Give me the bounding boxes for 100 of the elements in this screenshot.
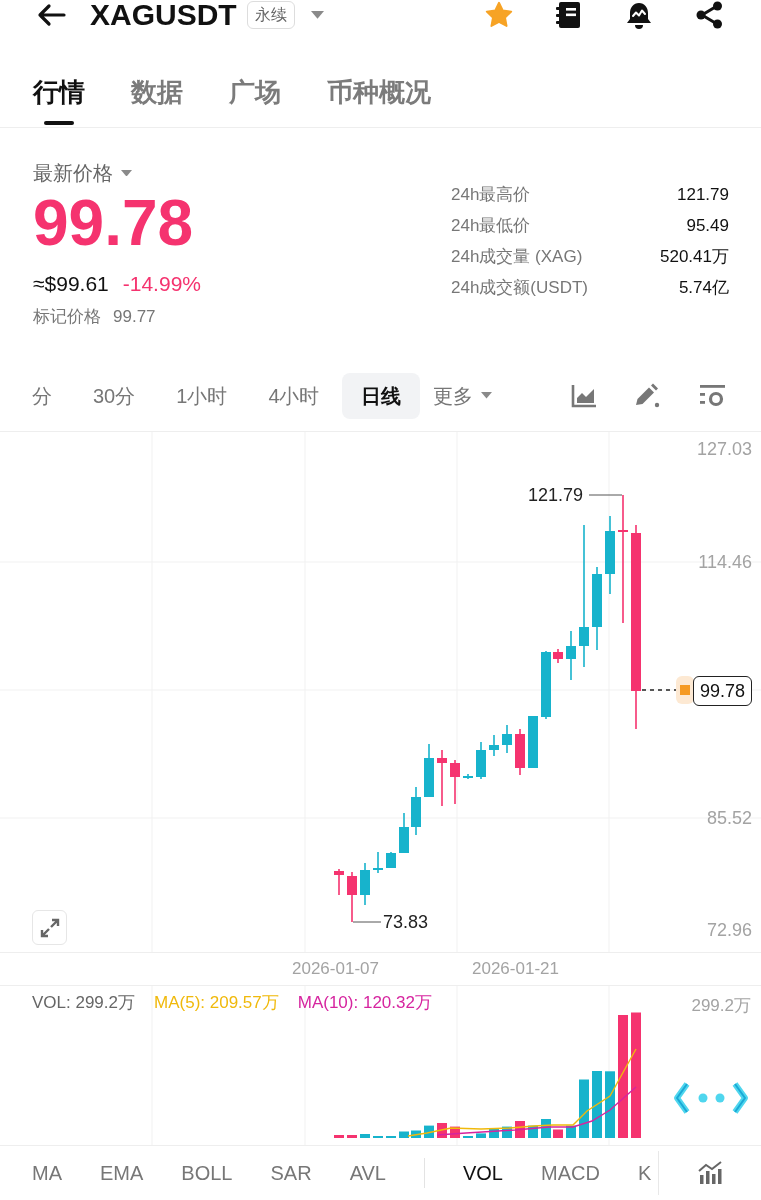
stat-label: 24h成交额(USDT) [451,276,588,299]
candle [334,868,344,896]
volume-legend-item: MA(10): 120.32万 [297,992,432,1014]
volume-bar [541,1119,551,1138]
tab[interactable]: 币种概况 [327,77,431,127]
volume-bar [334,1135,344,1138]
indicator-tab[interactable]: MACD [541,1160,600,1186]
last-price-tag: 99.78 [693,676,753,706]
volume-legend-item: VOL: 299.2万 [32,992,135,1014]
star-icon[interactable] [485,1,513,29]
notebook-icon[interactable] [556,1,582,29]
volume-bar [411,1130,421,1138]
price-change: -14.99% [122,271,201,297]
candle [424,743,434,798]
expand-icon [39,917,60,938]
volume-bar [347,1135,357,1138]
settings-list-icon[interactable] [699,383,726,408]
bell-icon[interactable] [625,1,653,29]
indicator-tab[interactable]: BOLL [181,1160,233,1186]
back-arrow-icon[interactable] [36,3,66,27]
contract-badge: 永续 [246,1,295,29]
candle [566,630,576,681]
indicator-tab[interactable]: VOL [462,1160,503,1186]
stat-label: 24h最高价 [451,183,531,206]
pair-title: XAGUSDT [90,0,237,31]
candle [450,759,460,805]
stat-value: 5.74亿 [678,276,729,299]
volume-bar [360,1134,370,1138]
more-dropdown[interactable]: 更多 [428,372,496,419]
interval-tab[interactable]: 1小时 [157,372,247,419]
chevrons-dots-icon[interactable] [672,1080,750,1116]
interval-tab[interactable]: 日线 [341,372,420,419]
expand-button[interactable] [32,910,67,945]
tab[interactable]: 数据 [131,77,183,127]
indicator-tab[interactable]: EMA [100,1160,144,1186]
candle [553,648,563,664]
leader-line [588,494,623,496]
candle [386,851,396,869]
stat-label: 24h成交量 (XAG) [451,245,583,268]
last-price: 99.78 [33,188,195,258]
volume-bar [605,1071,615,1138]
price-label: 最新价格 [33,161,113,186]
candle [515,728,525,776]
interval-tab[interactable]: 分 [13,372,71,419]
interval-tab[interactable]: 30分 [74,372,155,419]
indicator-tab[interactable]: SAR [270,1160,312,1186]
stat-value: 520.41万 [660,245,729,268]
stat-label: 24h最低价 [451,214,531,237]
candle [411,786,421,836]
date-axis-label: 2026-01-07 [292,958,379,980]
bar-chart-icon[interactable] [698,1161,722,1185]
candle [489,734,499,757]
indicator-tab[interactable]: K [637,1160,652,1186]
tab[interactable]: 广场 [229,77,281,127]
volume-bar [437,1123,447,1138]
caret-down-icon[interactable] [310,11,324,19]
high-price-marker: 121.79 [528,484,584,506]
price-marker-icon [676,676,694,704]
volume-bar [476,1133,486,1138]
price-axis-label: 85.52 [706,807,752,829]
mark-price-label: 标记价格 [33,306,101,328]
pencil-icon[interactable] [634,382,662,409]
price-axis-label: 72.96 [706,919,752,941]
low-price-marker: 73.83 [383,911,429,933]
candle [476,741,486,780]
share-icon[interactable] [696,1,723,29]
caret-down-icon[interactable] [121,169,132,177]
volume-bar [424,1125,434,1138]
candle [347,871,357,923]
volume-bar [528,1125,538,1138]
candle [437,749,447,807]
candle [399,812,409,854]
indicator-tab[interactable]: MA [32,1160,62,1186]
volume-bar [592,1071,602,1138]
volume-bar [502,1126,512,1138]
volume-bar [450,1126,460,1138]
candle [463,773,473,780]
volume-bar [553,1129,563,1138]
volume-bar [566,1125,576,1138]
tab[interactable]: 行情 [33,77,85,127]
volume-legend-item: MA(5): 209.57万 [154,992,279,1014]
area-chart-icon[interactable] [571,383,597,408]
candle [360,862,370,906]
mark-price-value: 99.77 [113,306,156,328]
interval-tab[interactable]: 4小时 [249,372,339,419]
stat-value: 95.49 [686,214,729,237]
caret-down-icon[interactable] [480,392,492,399]
volume-bar [489,1128,499,1138]
price-line [641,689,678,691]
volume-bar [515,1121,525,1138]
volume-axis-label: 299.2万 [691,995,751,1017]
candle [502,724,512,754]
candle [528,715,538,769]
leader-line [352,921,382,923]
price-axis-label: 127.03 [696,438,752,460]
candle [373,851,383,874]
volume-bar [579,1079,589,1138]
indicator-tab[interactable]: AVL [349,1160,386,1186]
candle [541,650,551,720]
stat-value: 121.79 [677,183,729,206]
